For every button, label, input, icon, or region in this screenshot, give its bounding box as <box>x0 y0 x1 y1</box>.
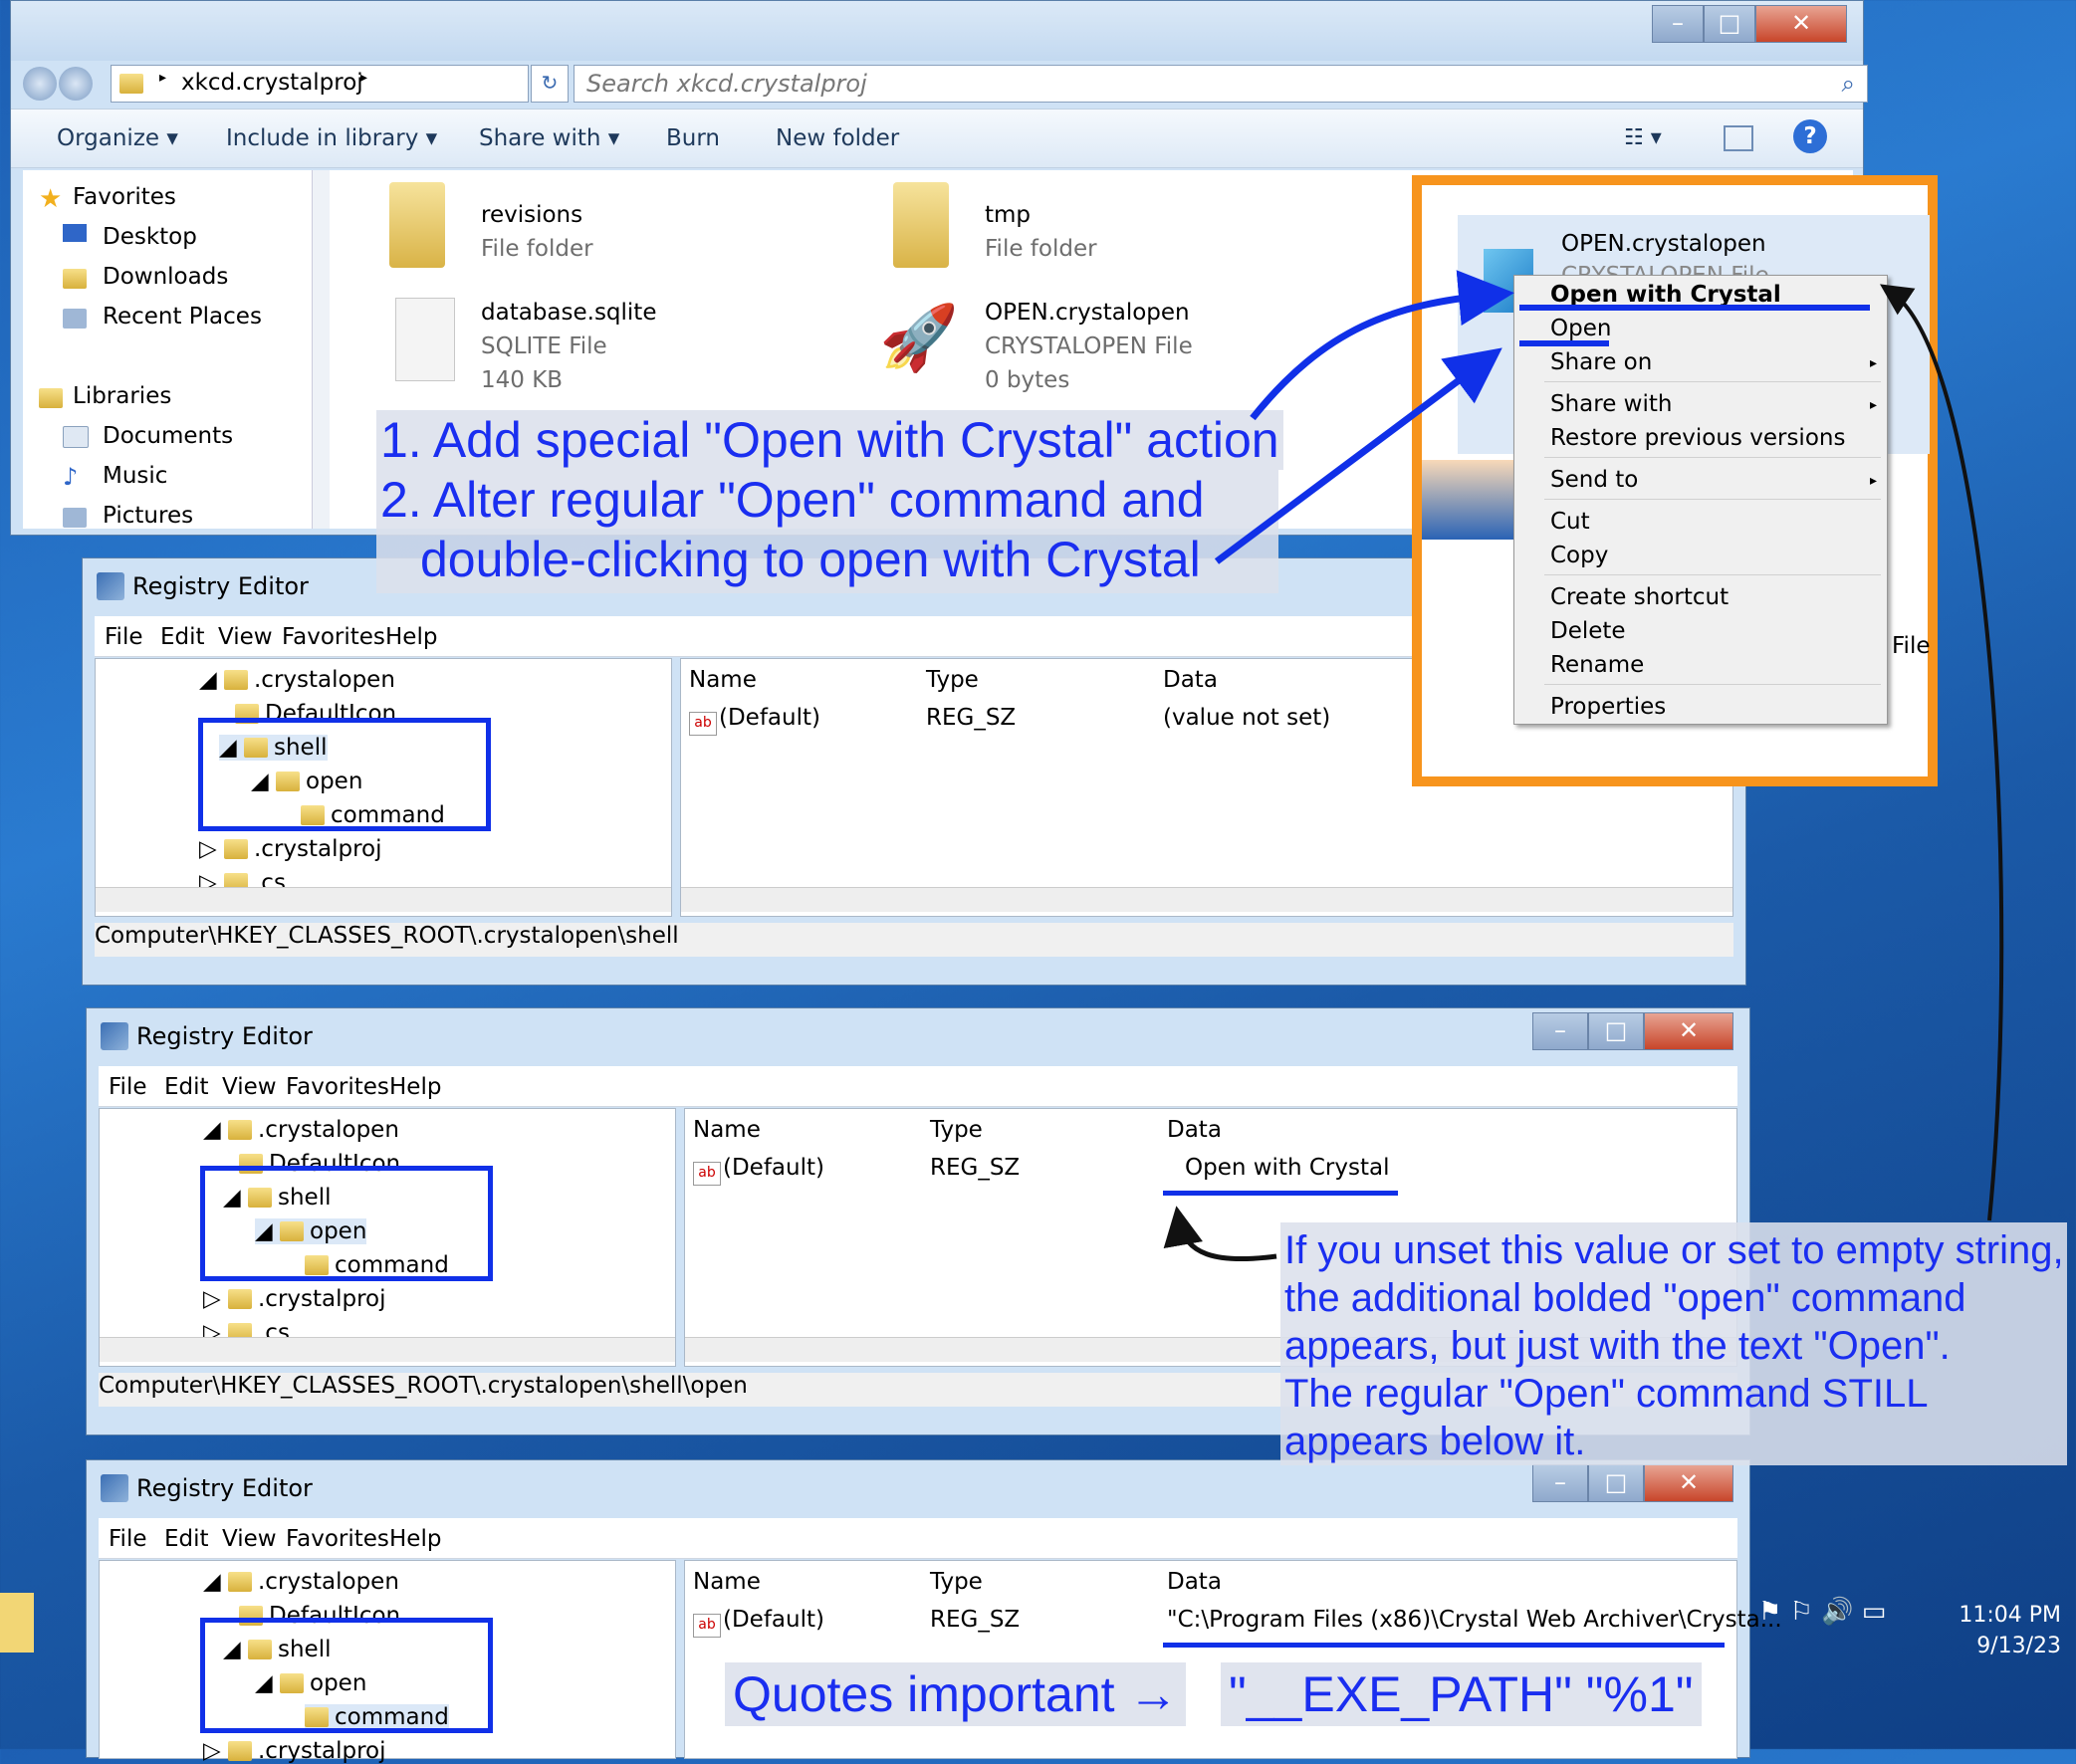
arrow-to-value <box>1163 1206 1277 1262</box>
annotation-arrows <box>1163 270 2004 1262</box>
arrow-to-open-with-crystal <box>1250 270 1514 421</box>
arrow-to-open <box>1214 347 1502 564</box>
arrow-note-to-menu <box>1880 284 2004 1221</box>
